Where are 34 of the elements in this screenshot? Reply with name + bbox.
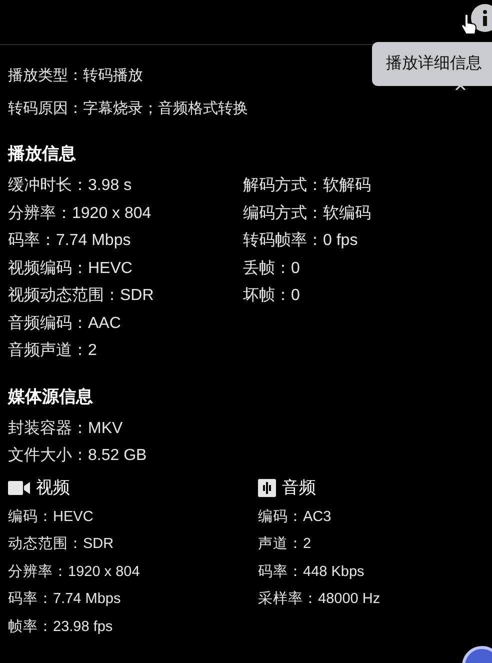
info-line: 坏帧：0: [243, 286, 301, 306]
info-line: 播放类型：转码播放: [8, 66, 143, 86]
info-line: 转码帧率：0 fps: [243, 230, 359, 251]
info-line: 编码：HEVC: [8, 508, 94, 526]
info-line: 码率：7.74 Mbps: [8, 590, 122, 609]
info-line: 编码：AC3: [258, 508, 332, 526]
hand-cursor-icon: [461, 14, 477, 36]
section-heading: 播放信息: [8, 143, 77, 165]
info-line: 码率：448 Kbps: [258, 562, 366, 582]
stream-heading: 视频: [36, 476, 70, 498]
info-line: 音频编码：AAC: [8, 314, 122, 334]
info-line: 编码方式：软编码: [243, 204, 372, 224]
section-heading: 媒体源信息: [8, 386, 94, 408]
info-line: 文件大小：8.52 GB: [8, 446, 148, 466]
info-line: 动态范围：SDR: [8, 535, 115, 554]
info-line: 丢帧：0: [243, 258, 301, 278]
info-line: 分辨率：1920 x 804: [8, 204, 152, 224]
stream-heading: 音频: [282, 476, 316, 498]
tooltip: 播放详细信息: [372, 42, 492, 86]
info-line: 音频声道：2: [8, 340, 98, 361]
info-line: 视频编码：HEVC: [8, 258, 134, 278]
info-line: 封装容器：MKV: [8, 418, 124, 438]
audio-wave-icon: [258, 478, 276, 496]
info-line: 分辨率：1920 x 804: [8, 562, 141, 582]
info-line: 帧率：23.98 fps: [8, 618, 114, 636]
info-icon: [482, 10, 488, 26]
info-line: 转码原因：字幕烧录；音频格式转换: [8, 99, 248, 119]
info-line: 采样率：48000 Hz: [258, 590, 382, 609]
info-line: 声道：2: [258, 535, 312, 554]
info-line: 缓冲时长：3.98 s: [8, 176, 133, 196]
info-line: 解码方式：软解码: [243, 176, 372, 196]
info-line: 码率：7.74 Mbps: [8, 230, 132, 251]
info-line: 视频动态范围：SDR: [8, 286, 155, 306]
video-camera-icon: [8, 480, 30, 496]
